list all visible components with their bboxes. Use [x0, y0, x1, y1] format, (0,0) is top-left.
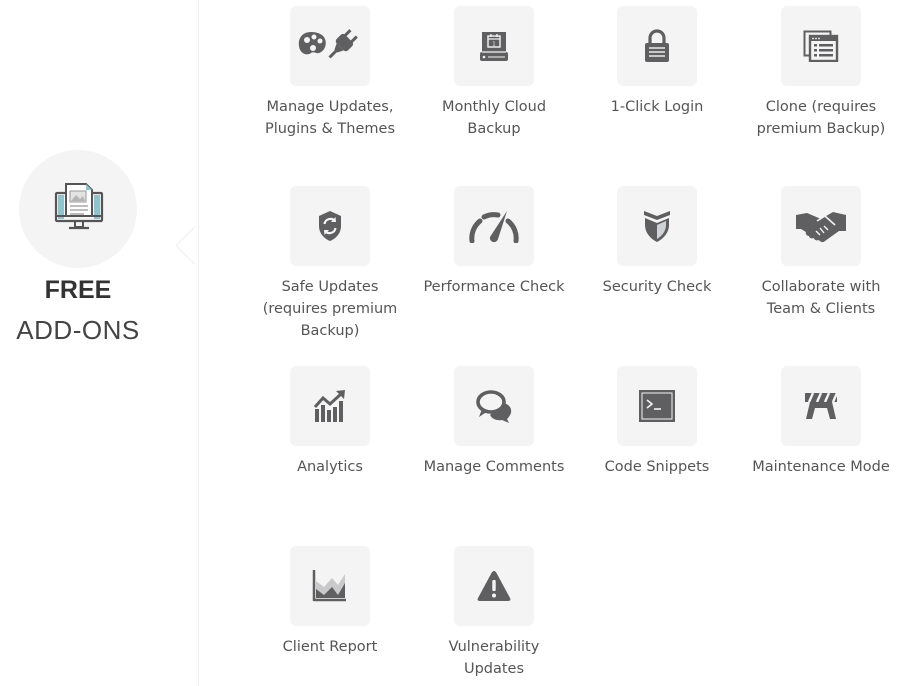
- hero-title-light: ADD-ONS: [16, 315, 140, 345]
- hero-icon-circle: [19, 150, 137, 268]
- addon-label: Performance Check: [423, 279, 565, 295]
- addon-tile-collaborate[interactable]: Collaborate with Team & Clients: [739, 186, 903, 320]
- addon-label: Safe Updates (requires premium Backup): [262, 279, 398, 339]
- addon-icon-box[interactable]: [290, 186, 370, 266]
- handshake-icon: [796, 212, 846, 243]
- terminal-icon: [639, 390, 675, 422]
- addon-icon-box[interactable]: [781, 186, 861, 266]
- addon-tile-manage-comments[interactable]: Manage Comments: [412, 366, 576, 478]
- hero-title-bold: FREE: [44, 276, 112, 304]
- warning-icon: [477, 571, 511, 601]
- addon-label: Maintenance Mode: [752, 459, 890, 475]
- addon-label: 1-Click Login: [610, 99, 704, 115]
- analytics-chart-icon: [313, 390, 345, 422]
- area-chart-icon: [312, 570, 346, 602]
- addon-label: Manage Updates, Plugins & Themes: [264, 99, 396, 137]
- addon-icon-box[interactable]: [290, 6, 370, 86]
- addon-icon-box[interactable]: [617, 6, 697, 86]
- windows-clone-icon: [803, 30, 839, 62]
- addon-label: Monthly Cloud Backup: [441, 99, 547, 137]
- addon-tile-vulnerability-updates[interactable]: Vulnerability Updates: [412, 546, 576, 680]
- addon-icon-box[interactable]: [454, 186, 534, 266]
- lock-icon: [645, 29, 669, 62]
- monitor-document-icon: [54, 183, 104, 230]
- barrier-icon: [805, 392, 838, 419]
- addon-tile-security-check[interactable]: Security Check: [575, 186, 739, 298]
- addon-tile-safe-updates[interactable]: Safe Updates (requires premium Backup): [248, 186, 412, 342]
- addon-icon-box[interactable]: [454, 366, 534, 446]
- addon-icon-box[interactable]: [781, 6, 861, 86]
- addon-label: Client Report: [282, 639, 378, 655]
- addon-tile-maintenance-mode[interactable]: Maintenance Mode: [739, 366, 903, 478]
- addon-label: Collaborate with Team & Clients: [761, 279, 881, 317]
- addon-icon-box[interactable]: [290, 546, 370, 626]
- addon-label: Manage Comments: [423, 459, 565, 475]
- addon-label: Analytics: [297, 459, 363, 475]
- addon-tile-1-click-login[interactable]: 1-Click Login: [575, 6, 739, 118]
- addon-tile-clone[interactable]: Clone (requires premium Backup): [739, 6, 903, 140]
- svg-text:1: 1: [492, 42, 495, 48]
- comments-icon: [476, 390, 512, 423]
- palette-plug-icon: [298, 29, 358, 59]
- addon-icon-box[interactable]: [781, 366, 861, 446]
- addon-label: Code Snippets: [604, 459, 710, 475]
- addon-tile-monthly-cloud-backup[interactable]: 1 Monthly Cloud Backup: [412, 6, 576, 140]
- addon-tile-performance-check[interactable]: Performance Check: [412, 186, 576, 298]
- addon-icon-box[interactable]: [290, 366, 370, 446]
- addon-label: Clone (requires premium Backup): [756, 99, 886, 137]
- addon-icon-box[interactable]: [617, 186, 697, 266]
- free-addons-panel: FREE ADD-ONS: [0, 0, 198, 686]
- addon-tile-analytics[interactable]: Analytics: [248, 366, 412, 478]
- addon-icon-box[interactable]: 1: [454, 6, 534, 86]
- addon-tile-code-snippets[interactable]: Code Snippets: [575, 366, 739, 478]
- addon-tile-manage-updates[interactable]: Manage Updates, Plugins & Themes: [248, 6, 412, 140]
- addon-label: Security Check: [602, 279, 712, 295]
- calendar-drive-icon: 1: [480, 32, 508, 61]
- addon-tile-client-report[interactable]: Client Report: [248, 546, 412, 658]
- addon-label: Vulnerability Updates: [448, 639, 540, 677]
- shield-icon: [644, 211, 670, 242]
- shield-refresh-icon: [319, 211, 341, 241]
- addon-icon-box[interactable]: [454, 546, 534, 626]
- addon-icon-box[interactable]: [617, 366, 697, 446]
- panel-divider: [198, 0, 199, 686]
- speedometer-icon: [469, 211, 519, 243]
